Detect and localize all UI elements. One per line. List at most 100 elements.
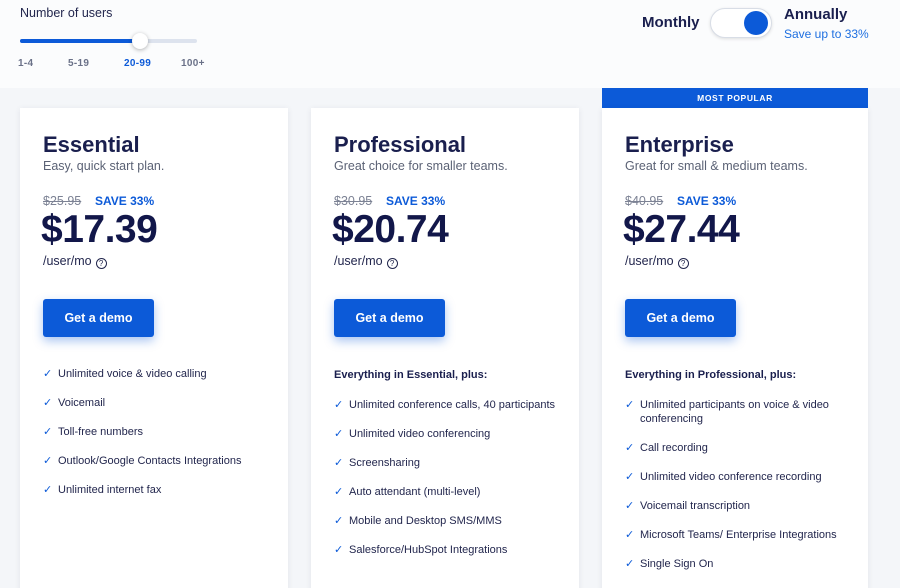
plan-subtitle: Great choice for smaller teams. xyxy=(334,159,508,173)
plan-subtitle: Easy, quick start plan. xyxy=(43,159,165,173)
check-icon: ✓ xyxy=(625,558,635,570)
check-icon: ✓ xyxy=(625,442,635,454)
plan-card-enterprise: Enterprise Great for small & medium team… xyxy=(602,108,868,588)
check-icon: ✓ xyxy=(334,457,344,469)
get-demo-button[interactable]: Get a demo xyxy=(334,299,445,337)
users-option-20-99[interactable]: 20-99 xyxy=(124,58,151,69)
check-icon: ✓ xyxy=(334,428,344,440)
feature-item: ✓ Toll-free numbers xyxy=(43,425,273,439)
check-icon: ✓ xyxy=(334,399,344,411)
get-demo-button[interactable]: Get a demo xyxy=(43,299,154,337)
features-intro: Everything in Professional, plus: xyxy=(625,369,797,381)
price-unit-text: /user/mo xyxy=(625,254,674,268)
feature-text: Mobile and Desktop SMS/MMS xyxy=(349,515,502,527)
info-icon[interactable]: ? xyxy=(677,258,689,269)
feature-text: Unlimited internet fax xyxy=(58,484,162,496)
users-option-5-19[interactable]: 5-19 xyxy=(68,58,89,69)
users-option-100-plus[interactable]: 100+ xyxy=(181,58,205,69)
users-option-1-4[interactable]: 1-4 xyxy=(18,58,33,69)
feature-text: Voicemail xyxy=(58,397,106,409)
plan-title: Enterprise xyxy=(625,132,734,157)
feature-item: ✓ Unlimited internet fax xyxy=(43,483,273,497)
feature-text: Auto attendant (multi-level) xyxy=(349,486,481,498)
check-icon: ✓ xyxy=(625,399,635,411)
plan-price: $27.44 xyxy=(623,208,740,251)
feature-text: Screensharing xyxy=(349,457,420,469)
check-icon: ✓ xyxy=(625,529,635,541)
features-intro: Everything in Essential, plus: xyxy=(334,369,488,381)
feature-text: Unlimited video conference recording xyxy=(640,471,822,483)
most-popular-badge: MOST POPULAR xyxy=(602,88,868,108)
price-unit-text: /user/mo xyxy=(334,254,383,268)
price-unit-text: /user/mo xyxy=(43,254,92,268)
feature-text: Toll-free numbers xyxy=(58,426,143,438)
plan-card-essential: Essential Easy, quick start plan. $25.95… xyxy=(20,108,288,588)
info-icon[interactable]: ? xyxy=(95,258,107,269)
check-icon: ✓ xyxy=(334,544,344,556)
users-tick-labels: 1-4 5-19 20-99 100+ xyxy=(0,58,220,72)
feature-text: Unlimited participants on voice & video … xyxy=(640,399,829,425)
feature-item: ✓ Screensharing xyxy=(334,456,564,470)
plan-title: Professional xyxy=(334,132,467,157)
feature-item: ✓ Unlimited video conferencing xyxy=(334,427,564,441)
feature-item: ✓ Voicemail transcription xyxy=(625,499,840,513)
feature-text: Unlimited voice & video calling xyxy=(58,368,207,380)
info-icon[interactable]: ? xyxy=(386,258,398,269)
old-price: $30.95 xyxy=(334,194,373,208)
feature-text: Single Sign On xyxy=(640,558,714,570)
feature-list: ✓ Unlimited participants on voice & video… xyxy=(625,398,840,586)
price-unit: /user/mo? xyxy=(625,254,689,269)
check-icon: ✓ xyxy=(43,455,53,467)
check-icon: ✓ xyxy=(43,397,53,409)
plan-subtitle: Great for small & medium teams. xyxy=(625,159,808,173)
users-slider-fill xyxy=(20,39,141,43)
feature-item: ✓ Mobile and Desktop SMS/MMS xyxy=(334,514,564,528)
feature-text: Call recording xyxy=(640,442,708,454)
users-slider[interactable] xyxy=(20,33,197,49)
feature-text: Unlimited video conferencing xyxy=(349,428,491,440)
users-label: Number of users xyxy=(20,6,113,20)
feature-item: ✓ Unlimited video conference recording xyxy=(625,470,840,484)
check-icon: ✓ xyxy=(625,471,635,483)
feature-text: Outlook/Google Contacts Integrations xyxy=(58,455,242,467)
old-price: $25.95 xyxy=(43,194,82,208)
monthly-label[interactable]: Monthly xyxy=(642,14,700,31)
feature-item: ✓ Auto attendant (multi-level) xyxy=(334,485,564,499)
feature-item: ✓ Outlook/Google Contacts Integrations xyxy=(43,454,273,468)
feature-item: ✓ Unlimited conference calls, 40 particip… xyxy=(334,398,564,412)
feature-text: Unlimited conference calls, 40 participa… xyxy=(349,399,556,411)
check-icon: ✓ xyxy=(43,426,53,438)
check-icon: ✓ xyxy=(334,486,344,498)
check-icon: ✓ xyxy=(43,484,53,496)
old-price: $40.95 xyxy=(625,194,664,208)
save-badge: SAVE 33% xyxy=(677,194,737,208)
feature-item: ✓ Voicemail xyxy=(43,396,273,410)
plan-card-professional: Professional Great choice for smaller te… xyxy=(311,108,579,588)
save-badge: SAVE 33% xyxy=(386,194,446,208)
feature-text: Voicemail transcription xyxy=(640,500,751,512)
feature-list: ✓ Unlimited conference calls, 40 particip… xyxy=(334,398,564,572)
feature-text: Microsoft Teams/ Enterprise Integrations xyxy=(640,529,837,541)
annual-save-note: Save up to 33% xyxy=(784,27,869,41)
billing-toggle[interactable] xyxy=(710,8,772,38)
feature-item: ✓ Unlimited voice & video calling xyxy=(43,367,273,381)
check-icon: ✓ xyxy=(625,500,635,512)
price-unit: /user/mo? xyxy=(334,254,398,269)
feature-item: ✓ Unlimited participants on voice & video… xyxy=(625,398,840,426)
feature-text: Salesforce/HubSpot Integrations xyxy=(349,544,508,556)
feature-item: ✓ Microsoft Teams/ Enterprise Integration… xyxy=(625,528,840,542)
feature-item: ✓ Salesforce/HubSpot Integrations xyxy=(334,543,564,557)
check-icon: ✓ xyxy=(334,515,344,527)
annually-label[interactable]: Annually xyxy=(784,6,847,23)
plan-title: Essential xyxy=(43,132,140,157)
feature-item: ✓ Call recording xyxy=(625,441,840,455)
billing-toggle-knob xyxy=(744,11,768,35)
feature-list: ✓ Unlimited voice & video calling ✓ Voicem… xyxy=(43,367,273,512)
get-demo-button[interactable]: Get a demo xyxy=(625,299,736,337)
save-badge: SAVE 33% xyxy=(95,194,155,208)
price-unit: /user/mo? xyxy=(43,254,107,269)
check-icon: ✓ xyxy=(43,368,53,380)
plan-price: $17.39 xyxy=(41,208,158,251)
feature-item: ✓ Single Sign On xyxy=(625,557,840,571)
plan-price: $20.74 xyxy=(332,208,449,251)
